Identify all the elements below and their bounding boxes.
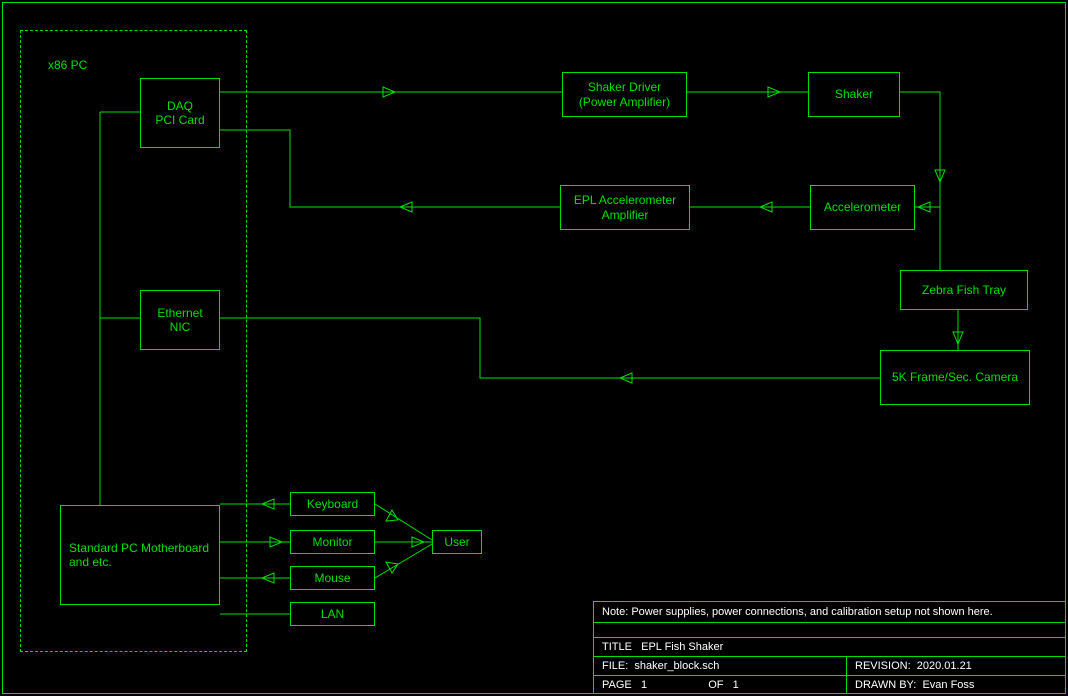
lan-label: LAN [321,607,344,621]
zebra-fish-tray: Zebra Fish Tray [900,270,1028,310]
of-value: 1 [733,679,739,691]
accelerometer: Accelerometer [810,185,915,230]
user: User [432,530,482,554]
shaker-label: Shaker [835,87,873,101]
keyboard-label: Keyboard [307,497,358,511]
user-label: User [444,535,469,549]
revision-value: 2020.01.21 [917,660,972,672]
title-block-note: Note: Power supplies, power connections,… [594,602,1066,623]
daq-label: DAQ PCI Card [155,99,204,128]
camera-label: 5K Frame/Sec. Camera [892,370,1018,384]
epl-accelerometer-amplifier: EPL Accelerometer Amplifier [560,185,690,230]
ethernet-nic: Ethernet NIC [140,290,220,350]
file-value: shaker_block.sch [634,660,719,672]
ethernet-label: Ethernet NIC [157,306,202,335]
keyboard: Keyboard [290,492,375,516]
x86-pc-label: x86 PC [48,58,87,72]
shaker-driver: Shaker Driver (Power Amplifier) [562,72,687,117]
file-label: FILE: [602,660,628,672]
lan: LAN [290,602,375,626]
monitor-label: Monitor [312,535,352,549]
mb-label: Standard PC Motherboard and etc. [69,541,211,570]
page-value: 1 [641,679,647,691]
standard-pc-motherboard: Standard PC Motherboard and etc. [60,505,220,605]
camera-5k: 5K Frame/Sec. Camera [880,350,1030,405]
title-label: TITLE [602,641,632,653]
mouse: Mouse [290,566,375,590]
revision-label: REVISION: [855,660,911,672]
mouse-label: Mouse [314,571,350,585]
title-value: EPL Fish Shaker [641,641,723,653]
title-block: Note: Power supplies, power connections,… [593,601,1066,694]
acc-label: Accelerometer [824,200,901,214]
page-label: PAGE [602,679,632,691]
accamp-label: EPL Accelerometer Amplifier [565,193,685,222]
of-label: OF [708,679,723,691]
drawn-by-label: DRAWN BY: [855,679,916,691]
driver-label: Shaker Driver (Power Amplifier) [579,80,670,109]
daq-pci-card: DAQ PCI Card [140,78,220,148]
drawn-by-value: Evan Foss [922,679,974,691]
shaker: Shaker [808,72,900,117]
tray-label: Zebra Fish Tray [922,283,1006,297]
monitor: Monitor [290,530,375,554]
